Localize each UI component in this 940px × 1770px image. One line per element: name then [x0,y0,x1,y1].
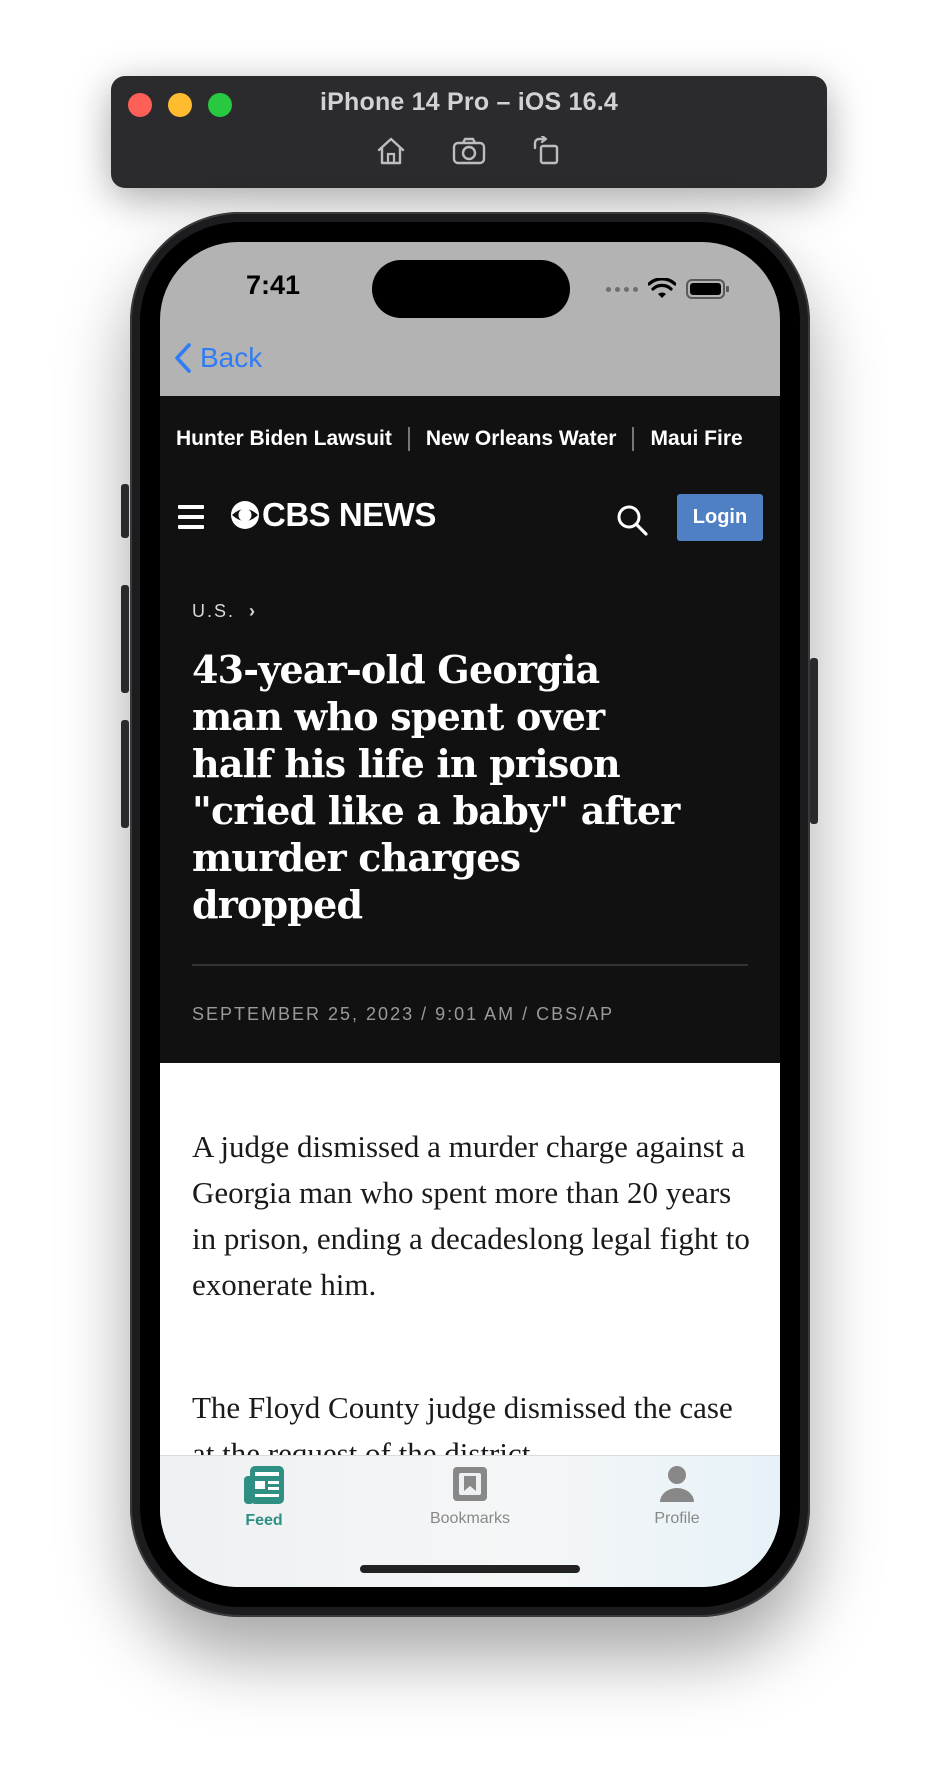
home-indicator[interactable] [360,1565,580,1573]
tab-profile[interactable]: Profile [617,1464,737,1528]
screenshot-icon[interactable] [451,134,487,168]
home-icon[interactable] [373,134,409,168]
article-headline: 43-year-old Georgia man who spent over h… [192,647,680,927]
bookmark-icon [453,1467,487,1501]
divider [192,964,748,966]
cbs-news-logo[interactable]: CBS NEWS [230,496,436,534]
hamburger-menu-icon[interactable] [178,505,204,535]
battery-icon [686,279,729,299]
trending-topics-bar: Hunter Biden Lawsuit New Orleans Water M… [160,396,780,482]
tab-bookmarks[interactable]: Bookmarks [410,1464,530,1528]
feed-icon [244,1466,284,1504]
status-icons [606,278,730,300]
rotate-icon[interactable] [529,134,565,168]
tab-label: Feed [245,1512,283,1529]
phone-screen: 7:41 Back Hunter Biden Lawsuit New Orlea… [160,242,780,1587]
power-button [810,658,818,824]
back-button[interactable]: Back [174,342,262,374]
chevron-right-icon: › [249,601,258,621]
logo-text: CBS NEWS [262,496,436,533]
trending-link[interactable]: Maui Fire [634,427,758,451]
chevron-left-icon [175,343,191,373]
article-paragraph: A judge dismissed a murder charge agains… [192,1129,750,1302]
login-button[interactable]: Login [677,494,763,541]
trending-link[interactable]: Hunter Biden Lawsuit [160,427,408,451]
section-label: U.S. [192,601,236,621]
cellular-signal-icon [606,286,638,292]
tab-label: Profile [654,1510,700,1527]
person-icon [660,1466,694,1502]
cbs-eye-icon [231,501,259,529]
back-label: Back [200,342,263,373]
volume-down-button [121,720,129,828]
trending-link[interactable]: New Orleans Water [410,427,633,451]
simulator-title: iPhone 14 Pro – iOS 16.4 [320,88,618,116]
article-meta: SEPTEMBER 25, 2023 / 9:01 AM / CBS/AP [192,1004,615,1024]
dynamic-island [372,260,570,318]
status-time: 7:41 [246,270,301,300]
wifi-icon [648,278,676,298]
section-breadcrumb[interactable]: U.S. › [192,601,257,622]
tab-feed[interactable]: Feed [204,1464,324,1530]
volume-up-button [121,585,129,693]
search-icon[interactable] [615,503,649,537]
simulator-toolbar: iPhone 14 Pro – iOS 16.4 [111,76,827,188]
silent-switch [121,484,129,538]
tab-label: Bookmarks [429,1510,511,1527]
